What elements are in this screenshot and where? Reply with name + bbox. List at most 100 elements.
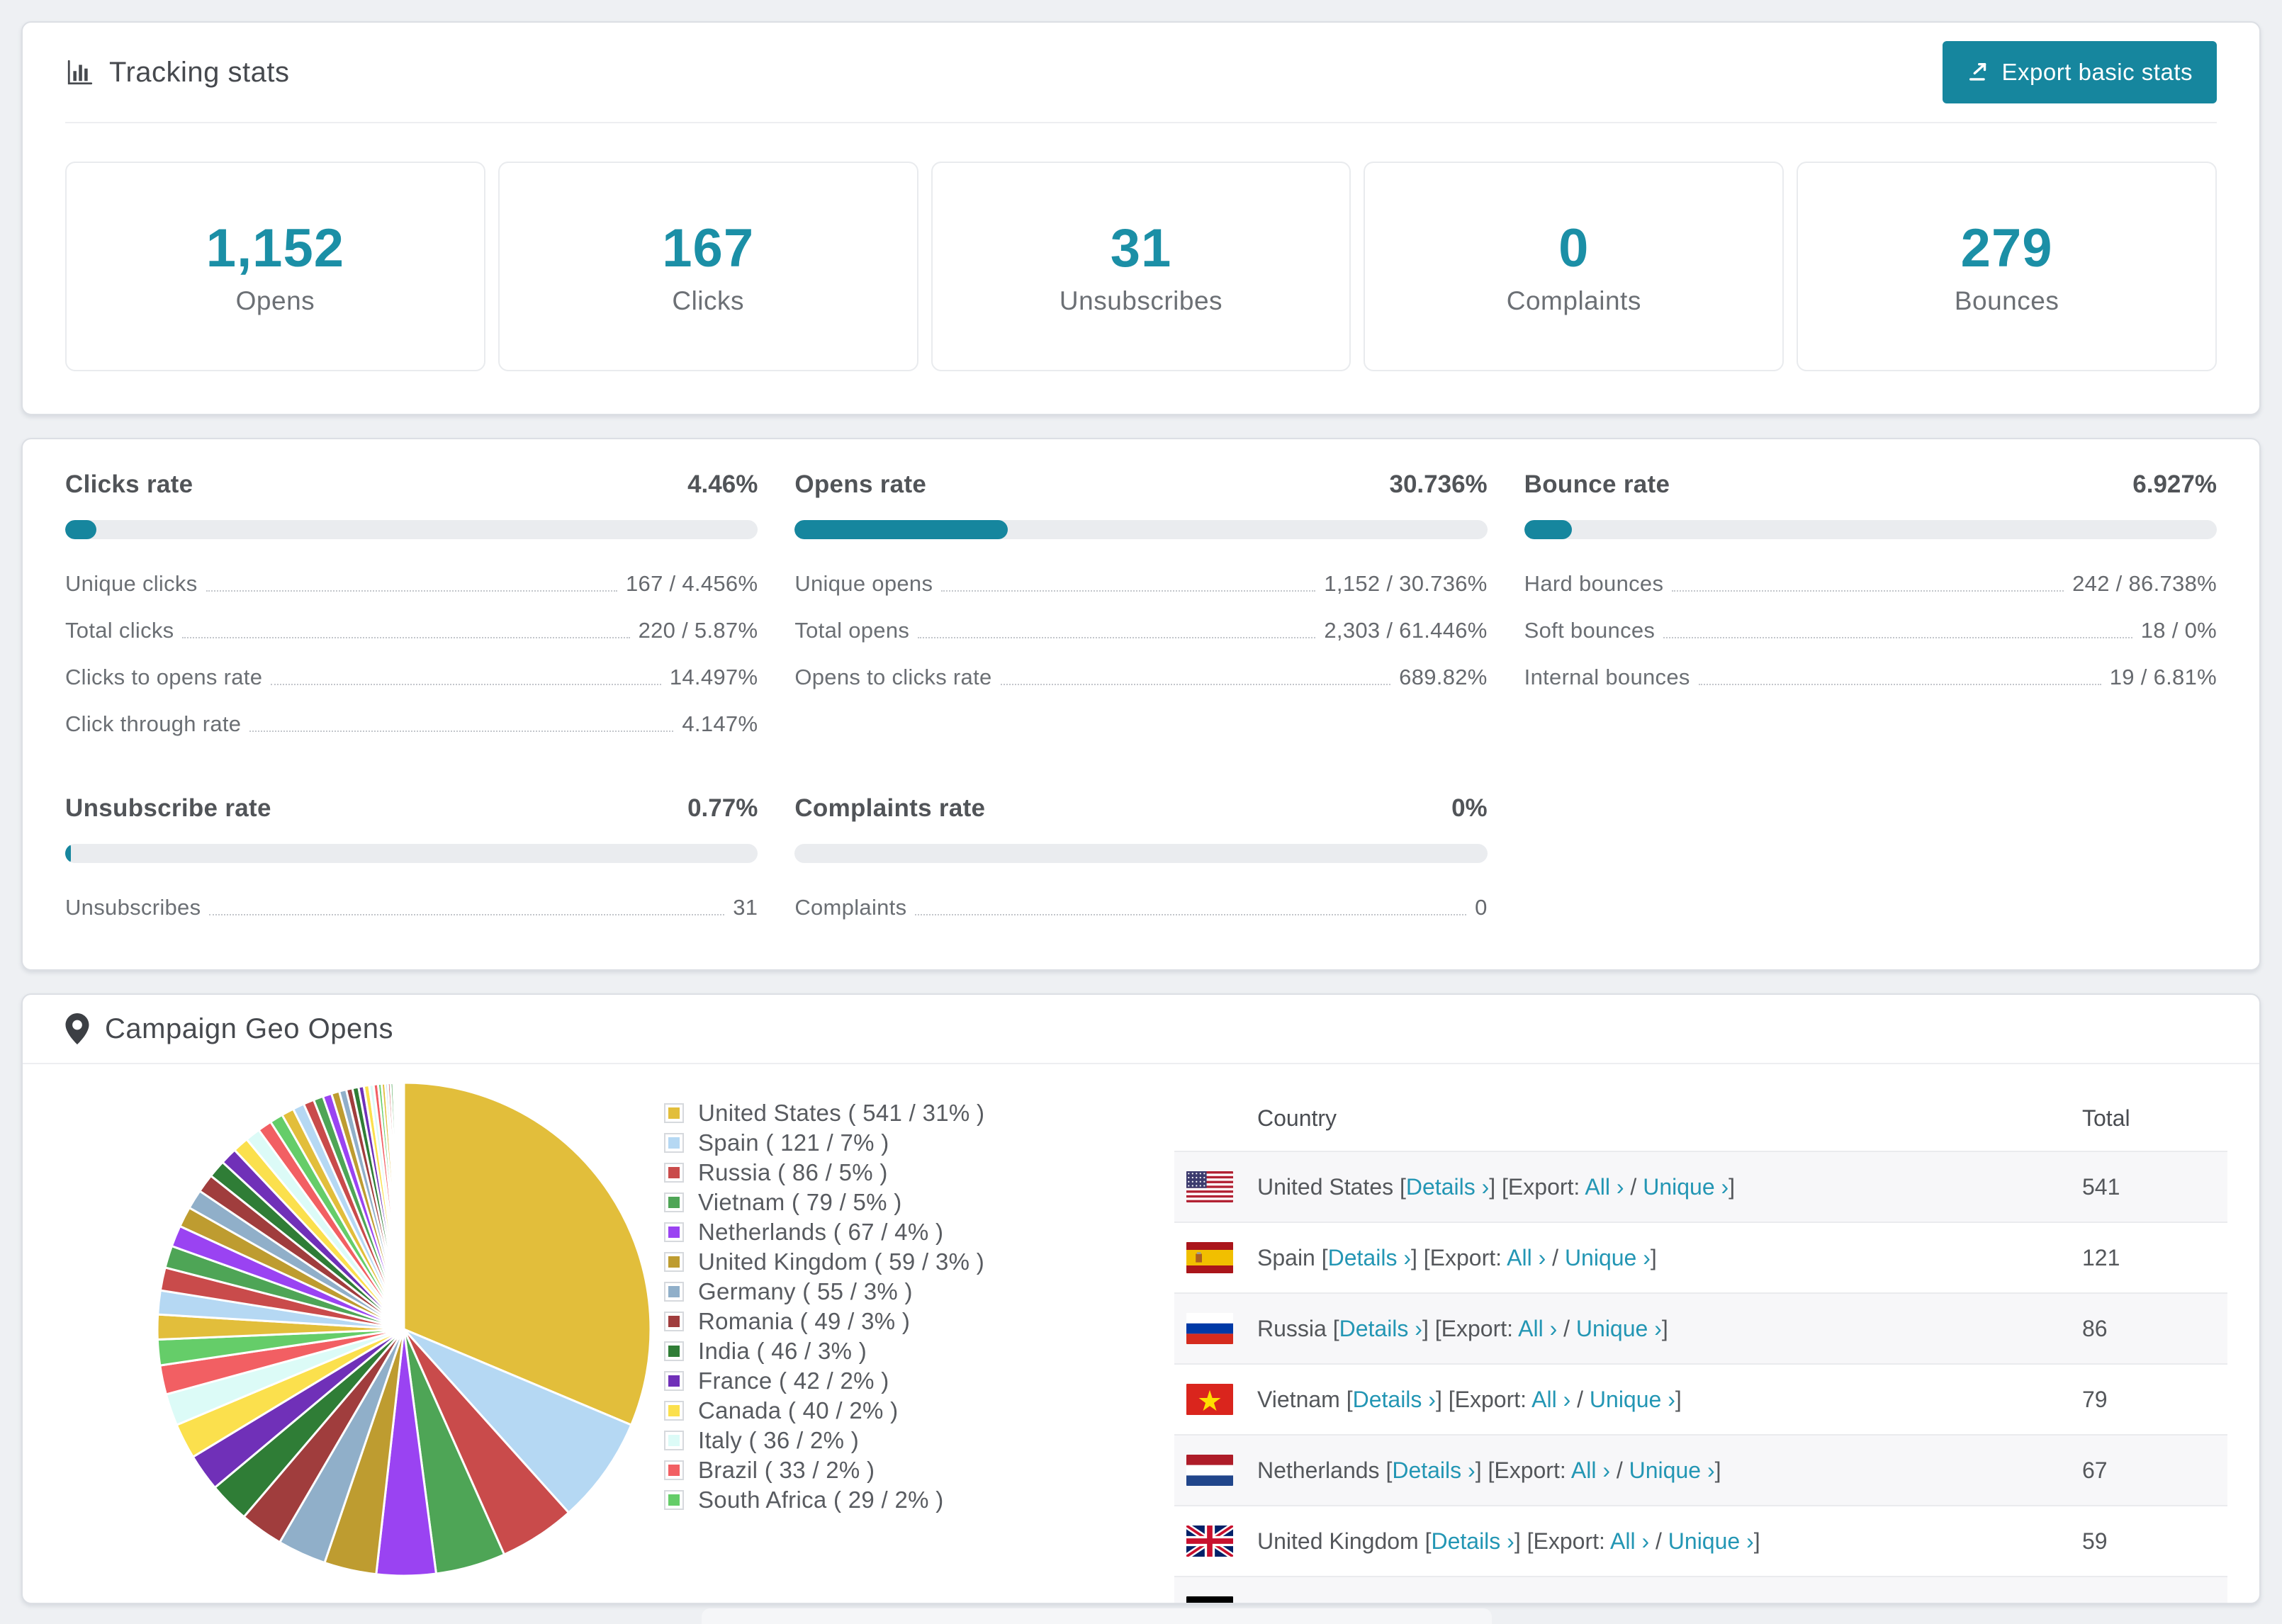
country-cell-spain: Spain [Details ›] [Export: All › / Uniqu… bbox=[1257, 1244, 1657, 1270]
export-unique-link-spain[interactable]: Unique › bbox=[1565, 1245, 1651, 1270]
legend-item-brazil[interactable]: Brazil ( 33 / 2% ) bbox=[664, 1455, 984, 1485]
rate-section-opens-rate: Opens rate 30.736% Unique opens 1,152 / 30.… bbox=[794, 470, 1488, 748]
rate-row-label: Hard bounces bbox=[1524, 571, 1664, 596]
geo-opens-pie-chart[interactable] bbox=[142, 1067, 666, 1591]
geo-table-row-united-kingdom: United Kingdom [Details ›] [Export: All … bbox=[1174, 1505, 2227, 1576]
legend-swatch-united-kingdom bbox=[664, 1252, 684, 1272]
geo-table-row-germany: Germany [Details ›] [Export: All › / Uni… bbox=[1174, 1576, 2227, 1603]
geo-table-row-spain: Spain [Details ›] [Export: All › / Uniqu… bbox=[1174, 1222, 2227, 1292]
details-link-germany[interactable]: Details › bbox=[1363, 1599, 1446, 1603]
rate-rows-complaints-rate: Complaints 0 bbox=[794, 884, 1487, 931]
legend-swatch-south-africa bbox=[664, 1490, 684, 1510]
tracking-stats-card: Tracking stats Export basic stats 1,152 O… bbox=[21, 21, 2261, 415]
rate-title-clicks-rate: Clicks rate bbox=[65, 470, 193, 498]
legend-item-spain[interactable]: Spain ( 121 / 7% ) bbox=[664, 1128, 984, 1158]
rate-row-label: Complaints bbox=[794, 895, 907, 920]
details-link-russia[interactable]: Details › bbox=[1339, 1316, 1422, 1341]
rate-title-complaints-rate: Complaints rate bbox=[794, 794, 986, 822]
pie-slice-other-40[interactable] bbox=[402, 1081, 405, 1330]
legend-item-canada[interactable]: Canada ( 40 / 2% ) bbox=[664, 1396, 984, 1426]
rate-row-label: Click through rate bbox=[65, 711, 242, 736]
legend-item-france[interactable]: France ( 42 / 2% ) bbox=[664, 1366, 984, 1396]
legend-label-germany: Germany ( 55 / 3% ) bbox=[698, 1278, 913, 1304]
export-unique-link-russia[interactable]: Unique › bbox=[1576, 1316, 1662, 1341]
dotted-leader bbox=[1698, 684, 2101, 685]
export-all-link-spain[interactable]: All › bbox=[1507, 1245, 1546, 1270]
stat-label-bounces: Bounces bbox=[1954, 286, 2059, 315]
legend-swatch-vietnam bbox=[664, 1192, 684, 1212]
legend-item-south-africa[interactable]: South Africa ( 29 / 2% ) bbox=[664, 1485, 984, 1515]
flag-cell-united-states bbox=[1174, 1171, 1257, 1202]
rate-row-label: Unsubscribes bbox=[65, 895, 201, 920]
progress-track-complaints-rate bbox=[794, 844, 1488, 863]
legend-item-united-kingdom[interactable]: United Kingdom ( 59 / 3% ) bbox=[664, 1247, 984, 1277]
country-cell-germany: Germany [Details ›] [Export: All › / Uni… bbox=[1257, 1599, 2082, 1603]
stat-label-opens: Opens bbox=[235, 286, 315, 315]
export-all-link-vietnam[interactable]: All › bbox=[1531, 1387, 1570, 1412]
legend-label-india: India ( 46 / 3% ) bbox=[698, 1338, 867, 1364]
total-cell-united-states: 541 bbox=[2082, 1173, 2120, 1200]
geo-table-row-netherlands: Netherlands [Details ›] [Export: All › /… bbox=[1174, 1434, 2227, 1505]
stat-value-clicks: 167 bbox=[662, 218, 755, 278]
total-column-header: Total bbox=[2082, 1105, 2130, 1131]
country-name-russia: Russia bbox=[1257, 1315, 1327, 1341]
legend-item-germany[interactable]: Germany ( 55 / 3% ) bbox=[664, 1277, 984, 1307]
tracking-stats-page: Tracking stats Export basic stats 1,152 O… bbox=[0, 0, 2282, 1624]
legend-item-romania[interactable]: Romania ( 49 / 3% ) bbox=[664, 1307, 984, 1336]
flag-cell-germany bbox=[1174, 1596, 1257, 1603]
legend-swatch-india bbox=[664, 1341, 684, 1361]
country-column-header: Country bbox=[1257, 1105, 1337, 1131]
legend-item-italy[interactable]: Italy ( 36 / 2% ) bbox=[664, 1426, 984, 1455]
rate-row: Internal bounces 19 / 6.81% bbox=[1524, 654, 2217, 701]
legend-label-france: France ( 42 / 2% ) bbox=[698, 1368, 889, 1394]
export-all-link-netherlands[interactable]: All › bbox=[1571, 1457, 1610, 1483]
legend-item-netherlands[interactable]: Netherlands ( 67 / 4% ) bbox=[664, 1217, 984, 1247]
legend-item-india[interactable]: India ( 46 / 3% ) bbox=[664, 1336, 984, 1366]
horizontal-scrollbar[interactable] bbox=[702, 1608, 1492, 1624]
legend-label-united-states: United States ( 541 / 31% ) bbox=[698, 1100, 985, 1126]
dotted-leader bbox=[1663, 637, 2132, 638]
dotted-leader bbox=[918, 637, 1316, 638]
legend-swatch-france bbox=[664, 1371, 684, 1391]
export-all-link-russia[interactable]: All › bbox=[1518, 1316, 1557, 1341]
export-unique-link-netherlands[interactable]: Unique › bbox=[1629, 1457, 1715, 1483]
export-all-link-germany[interactable]: All › bbox=[1542, 1599, 1581, 1603]
rate-title-row-bounce-rate: Bounce rate 6.927% bbox=[1524, 470, 2217, 499]
details-link-netherlands[interactable]: Details › bbox=[1392, 1457, 1475, 1483]
rate-row-value: 0 bbox=[1475, 895, 1488, 920]
flag-cell-vietnam bbox=[1174, 1384, 1257, 1415]
legend-item-vietnam[interactable]: Vietnam ( 79 / 5% ) bbox=[664, 1188, 984, 1217]
stat-label-clicks: Clicks bbox=[672, 286, 745, 315]
export-unique-link-united-states[interactable]: Unique › bbox=[1643, 1174, 1729, 1200]
rate-row: Click through rate 4.147% bbox=[65, 701, 758, 748]
rates-grid: Clicks rate 4.46% Unique clicks 167 / 4.456… bbox=[65, 470, 2217, 931]
progress-fill-clicks-rate bbox=[65, 520, 96, 539]
export-basic-stats-button[interactable]: Export basic stats bbox=[1942, 41, 2217, 103]
legend-label-canada: Canada ( 40 / 2% ) bbox=[698, 1397, 899, 1423]
export-unique-link-vietnam[interactable]: Unique › bbox=[1590, 1387, 1675, 1412]
details-link-united-kingdom[interactable]: Details › bbox=[1431, 1528, 1514, 1554]
legend-item-united-states[interactable]: United States ( 541 / 31% ) bbox=[664, 1098, 984, 1128]
country-name-netherlands: Netherlands bbox=[1257, 1457, 1380, 1483]
legend-label-brazil: Brazil ( 33 / 2% ) bbox=[698, 1457, 875, 1483]
export-unique-link-united-kingdom[interactable]: Unique › bbox=[1668, 1528, 1754, 1554]
legend-item-russia[interactable]: Russia ( 86 / 5% ) bbox=[664, 1158, 984, 1188]
export-unique-link-germany[interactable]: Unique › bbox=[1600, 1599, 1686, 1603]
legend-label-italy: Italy ( 36 / 2% ) bbox=[698, 1427, 860, 1453]
flag-cell-netherlands bbox=[1174, 1455, 1257, 1486]
geo-table-row-russia: Russia [Details ›] [Export: All › / Uniq… bbox=[1174, 1292, 2227, 1363]
export-all-link-united-states[interactable]: All › bbox=[1585, 1174, 1624, 1200]
details-link-spain[interactable]: Details › bbox=[1328, 1245, 1411, 1270]
rate-row-value: 220 / 5.87% bbox=[638, 618, 758, 643]
details-link-vietnam[interactable]: Details › bbox=[1353, 1387, 1436, 1412]
flag-es bbox=[1186, 1242, 1233, 1273]
rate-row-value: 18 / 0% bbox=[2140, 618, 2217, 643]
export-all-link-united-kingdom[interactable]: All › bbox=[1610, 1528, 1649, 1554]
flag-cell-united-kingdom bbox=[1174, 1526, 1257, 1557]
legend-swatch-spain bbox=[664, 1133, 684, 1153]
dotted-leader bbox=[206, 590, 618, 592]
legend-swatch-romania bbox=[664, 1312, 684, 1331]
summary-stat-opens: 1,152 Opens bbox=[65, 162, 485, 371]
rate-title-row-unsubscribe-rate: Unsubscribe rate 0.77% bbox=[65, 794, 758, 823]
details-link-united-states[interactable]: Details › bbox=[1406, 1174, 1489, 1200]
